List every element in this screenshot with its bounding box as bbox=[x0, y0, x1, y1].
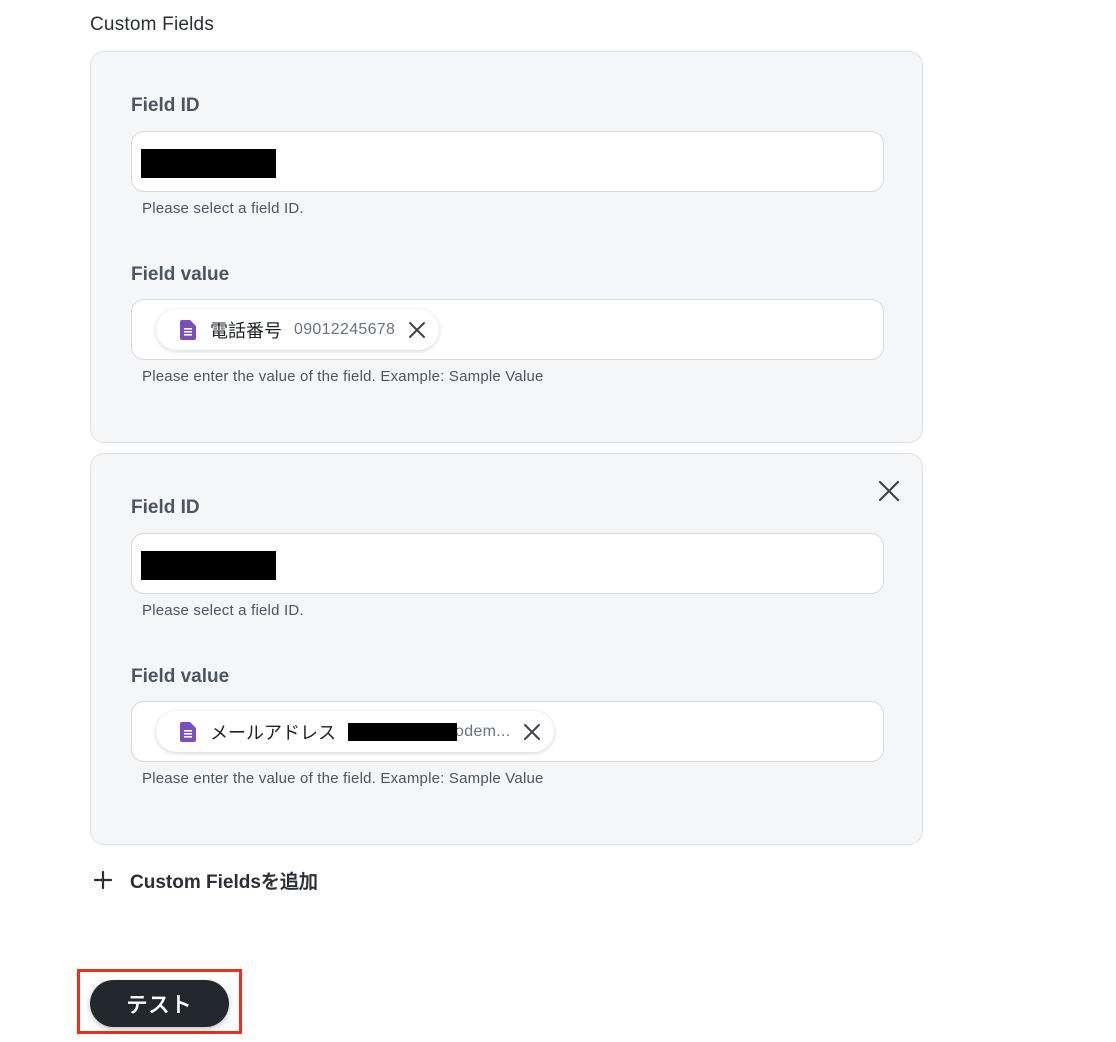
field-id-help-text: Please select a field ID. bbox=[142, 200, 304, 217]
remove-card-close-icon[interactable] bbox=[877, 479, 901, 503]
chip-label: 電話番号 bbox=[210, 320, 282, 341]
field-value-label: Field value bbox=[131, 264, 230, 285]
section-title: Custom Fields bbox=[90, 14, 215, 35]
test-button[interactable]: テスト bbox=[90, 980, 229, 1027]
variable-chip[interactable]: 電話番号 09012245678 bbox=[156, 309, 440, 350]
field-value-input[interactable]: 電話番号 09012245678 bbox=[131, 299, 884, 360]
field-id-label: Field ID bbox=[131, 95, 200, 116]
add-custom-field-button[interactable]: Custom Fieldsを追加 bbox=[93, 867, 318, 893]
field-value-input[interactable]: メールアドレス odem... bbox=[131, 701, 884, 762]
chip-label: メールアドレス bbox=[210, 722, 336, 743]
redacted-field-id bbox=[141, 551, 276, 580]
custom-field-card-2: Field ID Please select a field ID. Field… bbox=[90, 453, 923, 845]
variable-chip[interactable]: メールアドレス odem... bbox=[156, 711, 555, 752]
field-id-label: Field ID bbox=[131, 497, 200, 518]
field-value-help-text: Please enter the value of the field. Exa… bbox=[142, 368, 544, 385]
close-icon[interactable] bbox=[522, 722, 542, 742]
close-icon[interactable] bbox=[407, 320, 427, 340]
field-id-help-text: Please select a field ID. bbox=[142, 602, 304, 619]
custom-field-card-1: Field ID Please select a field ID. Field… bbox=[90, 51, 923, 443]
chip-value: odem... bbox=[455, 722, 511, 740]
plus-icon bbox=[93, 870, 113, 890]
google-sheets-icon bbox=[180, 721, 196, 742]
chip-value: 09012245678 bbox=[294, 320, 396, 338]
field-id-input[interactable] bbox=[131, 131, 884, 192]
chip-value-wrap: odem... bbox=[348, 722, 511, 741]
field-value-label: Field value bbox=[131, 666, 230, 687]
field-id-input[interactable] bbox=[131, 533, 884, 594]
add-custom-field-label: Custom Fieldsを追加 bbox=[130, 871, 318, 893]
redacted-field-id bbox=[141, 149, 276, 178]
google-sheets-icon bbox=[180, 319, 196, 340]
redacted-email bbox=[348, 722, 457, 741]
field-value-help-text: Please enter the value of the field. Exa… bbox=[142, 770, 544, 787]
